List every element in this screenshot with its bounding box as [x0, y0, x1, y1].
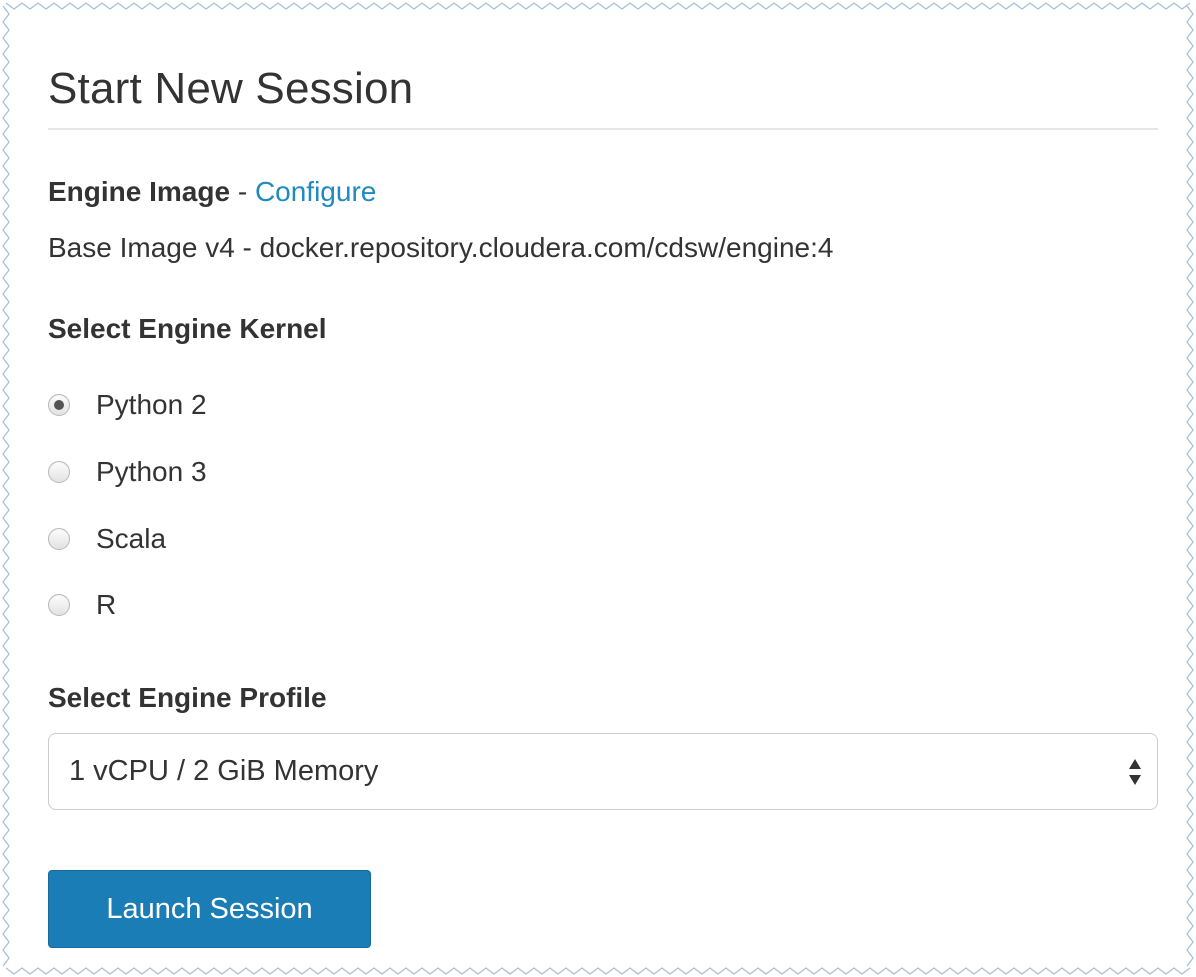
radio-button[interactable]: [48, 461, 70, 483]
kernel-option-python-2[interactable]: Python 2: [48, 385, 207, 425]
kernel-heading: Select Engine Kernel: [48, 313, 327, 344]
kernel-option-python-3[interactable]: Python 3: [48, 452, 207, 492]
radio-button[interactable]: [48, 594, 70, 616]
profile-heading: Select Engine Profile: [48, 682, 327, 713]
radio-button[interactable]: [48, 528, 70, 550]
engine-image-value: Base Image v4 - docker.repository.cloude…: [48, 232, 834, 263]
kernel-option-label: Python 2: [96, 389, 207, 420]
kernel-option-label: R: [96, 589, 117, 620]
sort-arrows-icon: [1129, 759, 1141, 785]
radio-selected-dot: [54, 400, 64, 410]
configure-link[interactable]: Configure: [255, 176, 376, 207]
engine-image-row: Engine Image - Configure: [48, 176, 376, 208]
kernel-option-label: Python 3: [96, 456, 207, 487]
page-title: Start New Session: [48, 64, 414, 113]
engine-profile-select[interactable]: 1 vCPU / 2 GiB Memory: [48, 733, 1158, 810]
kernel-option-scala[interactable]: Scala: [48, 519, 166, 559]
title-divider: [48, 128, 1158, 130]
radio-button[interactable]: [48, 394, 70, 416]
start-session-panel: Start New Session Engine Image - Configu…: [0, 0, 1196, 977]
kernel-option-label: Scala: [96, 523, 167, 554]
engine-image-separator: -: [230, 176, 255, 207]
kernel-option-r[interactable]: R: [48, 585, 116, 625]
launch-session-button[interactable]: Launch Session: [48, 870, 371, 948]
engine-image-label: Engine Image: [48, 176, 231, 207]
engine-profile-selected-value: 1 vCPU / 2 GiB Memory: [69, 755, 379, 787]
